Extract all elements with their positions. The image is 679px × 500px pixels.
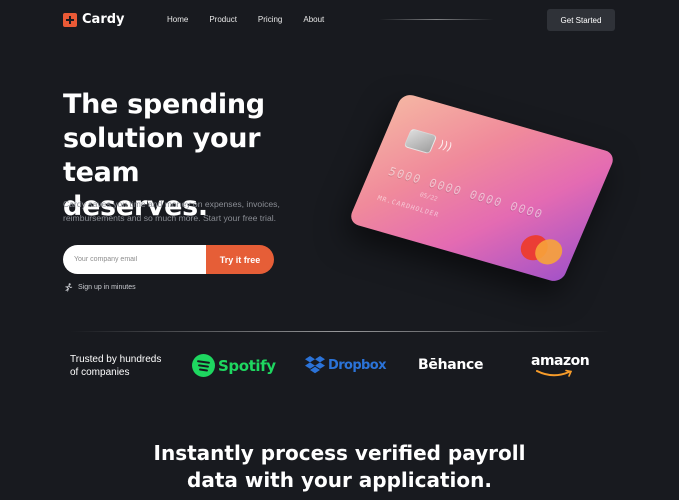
section-heading-line: data with your application.	[187, 468, 492, 492]
contactless-icon: )))	[436, 137, 455, 154]
behance-wordmark: Bēhance	[418, 357, 484, 373]
spotify-wordmark: Spotify	[218, 356, 276, 375]
dropbox-wordmark: Dropbox	[328, 357, 386, 373]
hero-subtitle-line: reimbursements and so much more. Start y…	[63, 213, 277, 223]
spotify-logo: Spotify	[192, 354, 276, 377]
amazon-smile-icon	[536, 369, 573, 377]
credit-card: ))) 5000 0000 0000 0000 05/22 MR.CARDHOL…	[347, 92, 617, 284]
hero-title-line: solution your team	[63, 123, 261, 188]
amazon-logo: amazon	[531, 353, 590, 378]
nav-pricing[interactable]: Pricing	[258, 15, 282, 24]
dropbox-logo: Dropbox	[305, 356, 386, 374]
signup-form: Try it free	[63, 245, 274, 274]
hero-title-line: The spending	[63, 89, 265, 120]
mastercard-logo-icon	[516, 232, 570, 268]
trusted-line: of companies	[70, 367, 130, 378]
main-nav: Home Product Pricing About	[167, 15, 324, 24]
hero-subtitle-line: Cardy saves you time and money on expens…	[63, 199, 280, 209]
signup-note-text: Sign up in minutes	[78, 284, 136, 291]
dropbox-icon	[305, 356, 325, 374]
try-it-free-button[interactable]: Try it free	[206, 245, 274, 274]
trusted-line: Trusted by hundreds	[70, 354, 162, 365]
running-person-icon	[65, 283, 73, 292]
nav-about[interactable]: About	[303, 15, 324, 24]
hero-subtitle: Cardy saves you time and money on expens…	[63, 197, 298, 225]
section-heading-line: Instantly process verified payroll	[153, 441, 526, 465]
spotify-icon	[192, 354, 215, 377]
section-heading: Instantly process verified payroll data …	[0, 440, 679, 494]
behance-logo: Bēhance	[418, 357, 484, 373]
company-email-input[interactable]	[63, 245, 206, 274]
nav-product[interactable]: Product	[209, 15, 237, 24]
section-divider	[70, 331, 610, 332]
landing-page: Cardy Home Product Pricing About Get Sta…	[0, 0, 679, 500]
trusted-by-label: Trusted by hundreds of companies	[70, 353, 180, 379]
signup-note: Sign up in minutes	[64, 283, 136, 292]
header-decorative-line	[379, 19, 494, 20]
get-started-button[interactable]: Get Started	[547, 9, 615, 31]
card-chip-icon	[403, 128, 438, 155]
card-number: 5000 0000 0000 0000	[386, 164, 546, 222]
credit-card-illustration: ))) 5000 0000 0000 0000 05/22 MR.CARDHOL…	[345, 92, 617, 286]
logo[interactable]: Cardy	[63, 12, 125, 27]
nav-home[interactable]: Home	[167, 15, 188, 24]
card-expiry: 05/22	[418, 191, 439, 203]
amazon-wordmark: amazon	[531, 353, 590, 369]
logo-text: Cardy	[82, 12, 125, 27]
logo-mark-icon	[63, 12, 77, 27]
